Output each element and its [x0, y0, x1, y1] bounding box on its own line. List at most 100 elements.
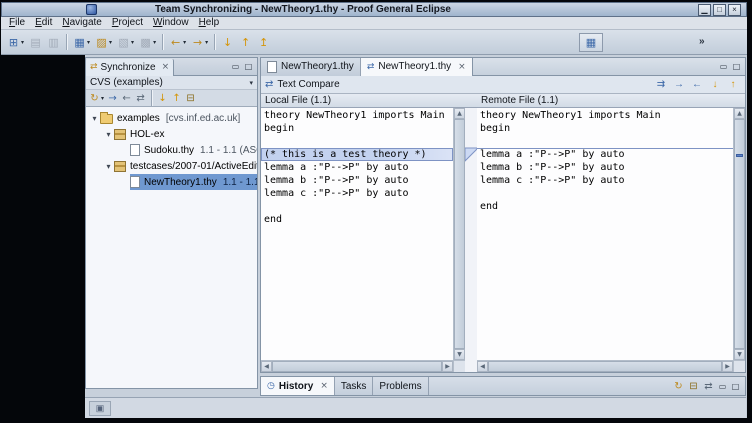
- tab-synchronize[interactable]: ⇄ Synchronize ×: [86, 59, 174, 76]
- vertical-scrollbar[interactable]: ▲ ▼: [733, 108, 745, 360]
- scroll-right-button[interactable]: ▶: [722, 361, 733, 372]
- vertical-scrollbar[interactable]: ▲ ▼: [453, 108, 465, 360]
- copy-current-left-to-right-button[interactable]: →: [671, 77, 687, 92]
- open-perspective-dropdown-button[interactable]: ▦ ▾: [71, 33, 92, 52]
- text-compare-title: Text Compare: [277, 79, 339, 90]
- code-line: theory NewTheory1 imports Main: [264, 109, 453, 122]
- new-wizard-dropdown-button[interactable]: ⊞ ▾: [5, 33, 26, 52]
- window-maximize-button[interactable]: □: [713, 4, 726, 16]
- close-tab-icon[interactable]: ×: [162, 62, 170, 72]
- save-button[interactable]: ▤: [27, 33, 44, 52]
- tab-tasks[interactable]: Tasks: [335, 377, 374, 395]
- compare-columns: Local File (1.1) theory NewTheory1 impor…: [261, 94, 745, 372]
- menu-navigate[interactable]: Navigate: [57, 17, 106, 29]
- local-file-pane: Local File (1.1) theory NewTheory1 impor…: [261, 94, 465, 372]
- outgoing-mode-icon: ←: [121, 93, 132, 104]
- previous-change-button[interactable]: ↑: [237, 33, 254, 52]
- refresh-button[interactable]: ↻: [671, 379, 686, 394]
- tab-newtheory1-editor[interactable]: NewTheory1.thy: [261, 58, 361, 76]
- scrollbar-thumb[interactable]: [488, 361, 722, 372]
- outgoing-mode-button[interactable]: ←: [120, 91, 133, 106]
- tree-row-examples[interactable]: ▾ examples [cvs.inf.ed.ac.uk]: [86, 110, 257, 126]
- tree-label: Sudoku.thy: [144, 145, 194, 156]
- window-titlebar[interactable]: Team Synchronizing - NewTheory1.thy - Pr…: [1, 2, 747, 17]
- previous-difference-button[interactable]: ↑: [725, 77, 741, 92]
- toolbar-separator: [162, 34, 163, 50]
- window-close-button[interactable]: ×: [728, 4, 741, 16]
- synchronize-view: ⇄ Synchronize × ▭ □ CVS (examples) ▾ ↻ ▾…: [85, 57, 258, 389]
- maximize-view-button[interactable]: □: [729, 380, 742, 393]
- scrollbar-thumb[interactable]: [272, 361, 442, 372]
- tab-problems[interactable]: Problems: [373, 377, 428, 395]
- scrollbar-corner: [453, 360, 465, 372]
- maximize-view-button[interactable]: □: [242, 60, 255, 73]
- horizontal-scrollbar[interactable]: ◀ ▶: [477, 360, 733, 372]
- close-tab-icon[interactable]: ×: [458, 62, 466, 72]
- next-difference-button[interactable]: ↓: [707, 77, 723, 92]
- minimize-view-button[interactable]: ▭: [716, 380, 729, 393]
- remote-file-content[interactable]: theory NewTheory1 imports Main begin lem…: [477, 108, 733, 360]
- collapse-all-button[interactable]: ⊟: [184, 91, 197, 106]
- bottom-view-stack: ◷ History × Tasks Problems ↻ ⊟ ⇄ ▭ □: [260, 376, 746, 396]
- tree-row-content: examples [cvs.inf.ed.ac.uk]: [100, 110, 257, 126]
- copy-all-left-to-right-button[interactable]: ⇉: [653, 77, 669, 92]
- next-change-button[interactable]: ↓: [219, 33, 236, 52]
- scrollbar-thumb[interactable]: [454, 119, 465, 349]
- scroll-up-button[interactable]: ▲: [454, 108, 465, 119]
- local-file-content[interactable]: theory NewTheory1 imports Main begin (* …: [261, 108, 453, 360]
- dropdown-arrow-icon: ▾: [153, 39, 156, 46]
- update-dropdown-button[interactable]: ▩ ▾: [137, 33, 158, 52]
- incoming-mode-button[interactable]: →: [106, 91, 119, 106]
- forward-dropdown-button[interactable]: → ▾: [189, 33, 210, 52]
- scroll-down-button[interactable]: ▼: [454, 349, 465, 360]
- menu-project[interactable]: Project: [107, 17, 148, 29]
- both-mode-button[interactable]: ⇄: [134, 91, 147, 106]
- menu-window[interactable]: Window: [148, 17, 194, 29]
- package-icon: [114, 129, 126, 140]
- scroll-right-button[interactable]: ▶: [442, 361, 453, 372]
- scroll-down-button[interactable]: ▼: [734, 349, 745, 360]
- expander-icon[interactable]: ▾: [103, 130, 114, 139]
- collapse-all-icon: ⊟: [185, 93, 196, 104]
- maximize-editor-button[interactable]: □: [730, 60, 743, 73]
- status-bar: ▣: [85, 397, 746, 418]
- menu-edit[interactable]: Edit: [30, 17, 57, 29]
- editor-file-icon: [267, 61, 277, 73]
- diff-overview-marker[interactable]: [736, 154, 743, 157]
- fast-view-button[interactable]: ▣: [89, 401, 111, 416]
- tree-row-sudoku[interactable]: Sudoku.thy 1.1 - 1.1 (ASCII: [86, 142, 257, 158]
- copy-current-right-to-left-button[interactable]: ←: [689, 77, 705, 92]
- perspective-overflow-button[interactable]: »: [696, 34, 708, 49]
- menu-file[interactable]: File: [4, 17, 30, 29]
- synchronize-dropdown-button[interactable]: ↻ ▾: [88, 91, 105, 106]
- collapse-all-button[interactable]: ⊟: [686, 379, 701, 394]
- tree-suffix: [cvs.inf.ed.ac.uk]: [166, 113, 240, 124]
- tab-newtheory1-compare[interactable]: ⇄ NewTheory1.thy ×: [361, 58, 473, 76]
- window-minimize-button[interactable]: ▁: [698, 4, 711, 16]
- tree-row-newtheory1[interactable]: NewTheory1.thy 1.1 - 1.1 (A: [86, 174, 257, 190]
- synchronize-icon: ↻: [89, 93, 100, 104]
- close-tab-icon[interactable]: ×: [320, 381, 328, 391]
- minimize-editor-button[interactable]: ▭: [717, 60, 730, 73]
- scroll-left-button[interactable]: ◀: [477, 361, 488, 372]
- link-with-editor-button[interactable]: ⇄: [701, 379, 716, 394]
- view-menu-button[interactable]: ▾: [249, 79, 253, 87]
- team-synchronizing-perspective-button[interactable]: ▦: [579, 33, 603, 52]
- scroll-up-button[interactable]: ▲: [734, 108, 745, 119]
- last-edit-location-button[interactable]: ↥: [255, 33, 272, 52]
- scroll-left-button[interactable]: ◀: [261, 361, 272, 372]
- commit-dropdown-button[interactable]: ▧ ▾: [115, 33, 136, 52]
- tab-history[interactable]: ◷ History ×: [261, 377, 335, 395]
- minimize-view-button[interactable]: ▭: [229, 60, 242, 73]
- tree-row-hol-ex[interactable]: ▾ HOL-ex: [86, 126, 257, 142]
- menu-help[interactable]: Help: [194, 17, 225, 29]
- next-difference-button[interactable]: ↓: [156, 91, 169, 106]
- tree-row-testcases[interactable]: ▾ testcases/2007-01/ActiveEditorV: [86, 158, 257, 174]
- horizontal-scrollbar[interactable]: ◀ ▶: [261, 360, 453, 372]
- expander-icon[interactable]: ▾: [103, 162, 114, 171]
- expander-icon[interactable]: ▾: [89, 114, 100, 123]
- previous-difference-button[interactable]: ↑: [170, 91, 183, 106]
- back-dropdown-button[interactable]: ← ▾: [167, 33, 188, 52]
- print-button[interactable]: ▥: [45, 33, 62, 52]
- checkout-dropdown-button[interactable]: ▨ ▾: [93, 33, 114, 52]
